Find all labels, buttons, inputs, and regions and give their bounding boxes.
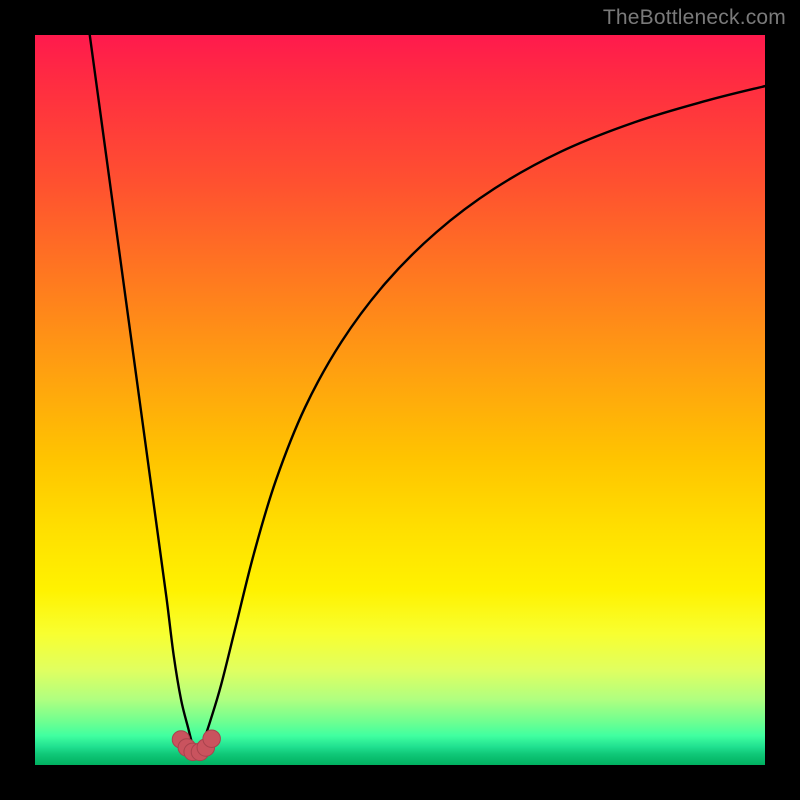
curve-right-branch [203, 86, 765, 743]
curve-left-branch [90, 35, 192, 743]
curve-layer [35, 35, 765, 765]
chart-frame: TheBottleneck.com [0, 0, 800, 800]
watermark-text: TheBottleneck.com [603, 6, 786, 30]
trough-marker [203, 730, 221, 748]
plot-area [35, 35, 765, 765]
trough-marker-group [172, 730, 220, 761]
